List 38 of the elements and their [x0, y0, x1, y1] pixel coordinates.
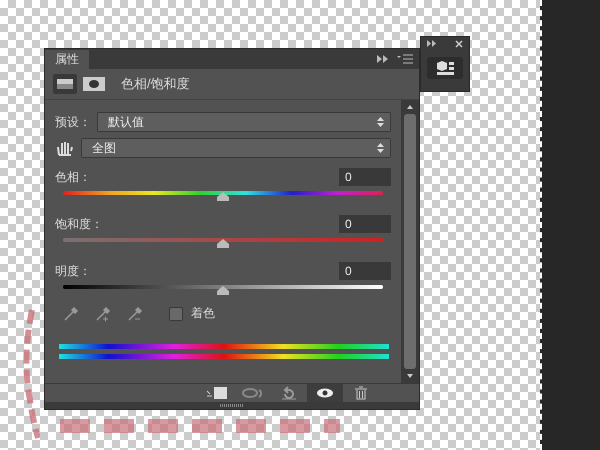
properties-tab[interactable]: 属性 [45, 50, 89, 69]
updown-arrow-icon [377, 143, 384, 153]
adjustment-title: 色相/饱和度 [121, 75, 190, 93]
slider-thumb[interactable] [217, 239, 229, 248]
eyedropper-minus-icon[interactable] [127, 306, 143, 322]
scroll-up-icon[interactable] [406, 104, 414, 110]
adjustment-layer-icon[interactable] [53, 74, 77, 94]
properties-icon [434, 60, 456, 76]
slider-thumb[interactable] [217, 192, 229, 201]
scroll-down-icon[interactable] [406, 373, 414, 379]
scrollbar[interactable] [401, 100, 419, 383]
collapse-icon[interactable] [377, 55, 389, 63]
eyedropper-icon[interactable] [63, 306, 79, 322]
expand-icon[interactable] [427, 40, 437, 47]
slider-label: 明度： [55, 262, 91, 280]
properties-dock-button[interactable] [427, 57, 463, 79]
preset-label: 预设： [55, 114, 91, 130]
colorize-label: 着色 [191, 305, 215, 322]
menu-icon[interactable] [397, 54, 413, 64]
range-dropdown[interactable]: 全图 [81, 138, 391, 158]
slider-label: 饱和度： [55, 216, 103, 232]
preset-dropdown[interactable]: 默认值 [97, 112, 391, 132]
value-field[interactable]: 0 [339, 262, 391, 280]
trash-icon[interactable] [354, 386, 368, 400]
slider-thumb[interactable] [217, 286, 229, 295]
hand-icon[interactable] [55, 139, 75, 157]
colorize-checkbox[interactable] [169, 306, 183, 320]
eye-icon [316, 388, 334, 398]
value-field[interactable]: 0 [339, 168, 391, 186]
eyedropper-plus-icon[interactable] [95, 306, 111, 322]
reset-icon[interactable] [281, 386, 297, 400]
slider-label: 色相： [55, 168, 91, 186]
updown-arrow-icon [377, 117, 384, 127]
close-icon[interactable] [455, 40, 463, 48]
value-field[interactable]: 0 [339, 215, 391, 233]
mask-icon[interactable] [83, 77, 105, 91]
resize-grip-icon[interactable] [220, 404, 244, 407]
visibility-button[interactable] [307, 384, 343, 402]
